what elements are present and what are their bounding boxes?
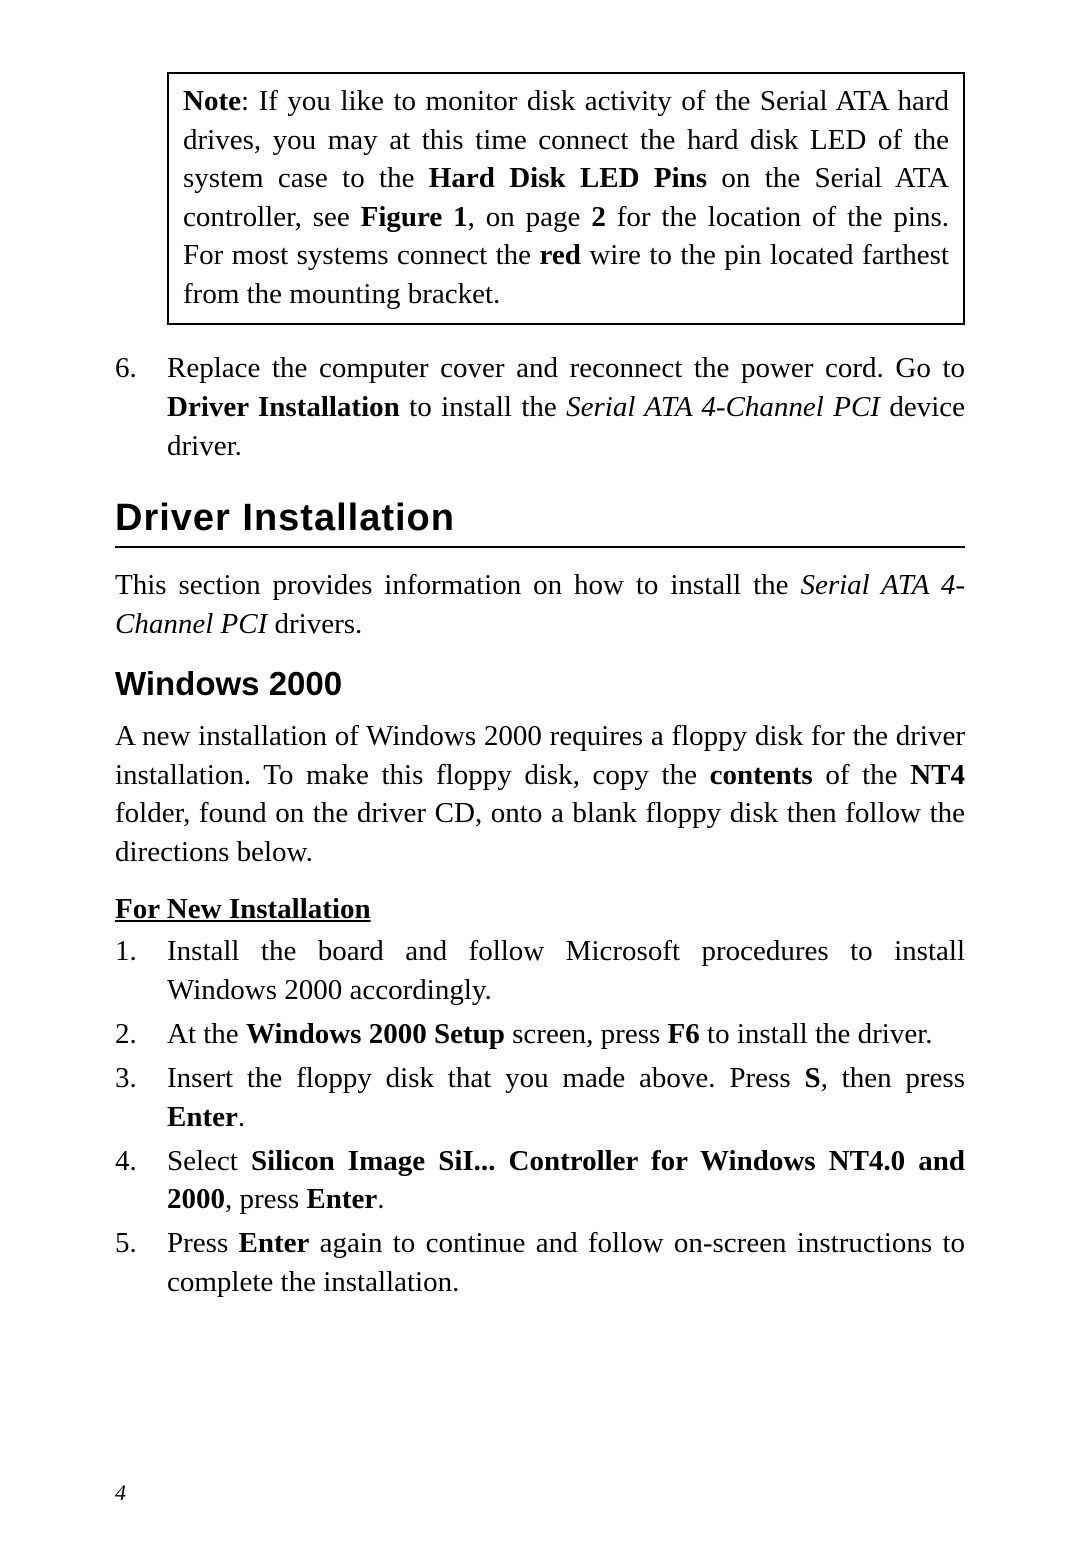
step-6-italic-1: Serial ATA 4-Channel PCI bbox=[566, 391, 880, 423]
intro-paragraph: This section provides information on how… bbox=[115, 566, 965, 643]
note-box: Note: If you like to monitor disk activi… bbox=[167, 72, 965, 325]
new-installation-heading: For New Installation bbox=[115, 893, 965, 926]
s2-t1: At the bbox=[167, 1018, 246, 1050]
win2000-text-2: of the bbox=[813, 759, 910, 791]
install-step-2: 2. At the Windows 2000 Setup screen, pre… bbox=[115, 1015, 965, 1053]
s3-b1: S bbox=[804, 1062, 820, 1094]
s3-b2: Enter bbox=[167, 1101, 238, 1133]
step-6-body: Replace the computer cover and reconnect… bbox=[167, 349, 965, 465]
page-number: 4 bbox=[115, 1480, 126, 1506]
win2000-bold-1: contents bbox=[710, 759, 813, 791]
s5-t1: Press bbox=[167, 1227, 239, 1259]
install-step-4-num: 4. bbox=[115, 1142, 167, 1219]
intro-text-1: This section provides information on how… bbox=[115, 569, 800, 601]
install-step-5-body: Press Enter again to continue and follow… bbox=[167, 1224, 965, 1301]
install-step-2-num: 2. bbox=[115, 1015, 167, 1053]
step-6-text-2: to install the bbox=[400, 391, 566, 423]
win2000-bold-2: NT4 bbox=[910, 759, 965, 791]
s2-t3: to install the driver. bbox=[700, 1018, 933, 1050]
windows-2000-heading: Windows 2000 bbox=[115, 665, 965, 703]
install-step-3-body: Insert the floppy disk that you made abo… bbox=[167, 1059, 965, 1136]
install-step-3-num: 3. bbox=[115, 1059, 167, 1136]
install-step-5-num: 5. bbox=[115, 1224, 167, 1301]
install-step-4-body: Select Silicon Image SiI... Controller f… bbox=[167, 1142, 965, 1219]
s5-b1: Enter bbox=[239, 1227, 310, 1259]
s4-t2: , press bbox=[225, 1183, 306, 1215]
install-step-2-body: At the Windows 2000 Setup screen, press … bbox=[167, 1015, 965, 1053]
s4-b2: Enter bbox=[306, 1183, 377, 1215]
s3-t2: , then press bbox=[821, 1062, 965, 1094]
step-6-number: 6. bbox=[115, 349, 167, 465]
s4-t3: . bbox=[377, 1183, 384, 1215]
s2-b2: F6 bbox=[668, 1018, 700, 1050]
note-bold-1: Hard Disk LED Pins bbox=[429, 162, 707, 194]
note-bold-2: Figure 1 bbox=[361, 201, 468, 233]
s3-t3: . bbox=[238, 1101, 245, 1133]
install-step-5: 5. Press Enter again to continue and fol… bbox=[115, 1224, 965, 1301]
s4-t1: Select bbox=[167, 1145, 251, 1177]
install-step-1: 1. Install the board and follow Microsof… bbox=[115, 932, 965, 1009]
s3-t1: Insert the floppy disk that you made abo… bbox=[167, 1062, 804, 1094]
install-step-4: 4. Select Silicon Image SiI... Controlle… bbox=[115, 1142, 965, 1219]
install-step-3: 3. Insert the floppy disk that you made … bbox=[115, 1059, 965, 1136]
win2000-text-3: folder, found on the driver CD, onto a b… bbox=[115, 797, 965, 868]
note-label: Note bbox=[183, 85, 241, 117]
win2000-intro: A new installation of Windows 2000 requi… bbox=[115, 717, 965, 871]
step-6-bold-1: Driver Installation bbox=[167, 391, 400, 423]
note-bold-4: red bbox=[540, 239, 581, 271]
note-bold-3: 2 bbox=[591, 201, 606, 233]
s2-b1: Windows 2000 Setup bbox=[246, 1018, 505, 1050]
driver-installation-heading: Driver Installation bbox=[115, 497, 965, 548]
install-step-1-body: Install the board and follow Microsoft p… bbox=[167, 932, 965, 1009]
step-6: 6. Replace the computer cover and reconn… bbox=[115, 349, 965, 465]
intro-text-2: drivers. bbox=[267, 608, 362, 640]
note-text-3: , on page bbox=[468, 201, 592, 233]
s2-t2: screen, press bbox=[505, 1018, 668, 1050]
step-6-text-1: Replace the computer cover and reconnect… bbox=[167, 352, 965, 384]
install-step-1-num: 1. bbox=[115, 932, 167, 1009]
